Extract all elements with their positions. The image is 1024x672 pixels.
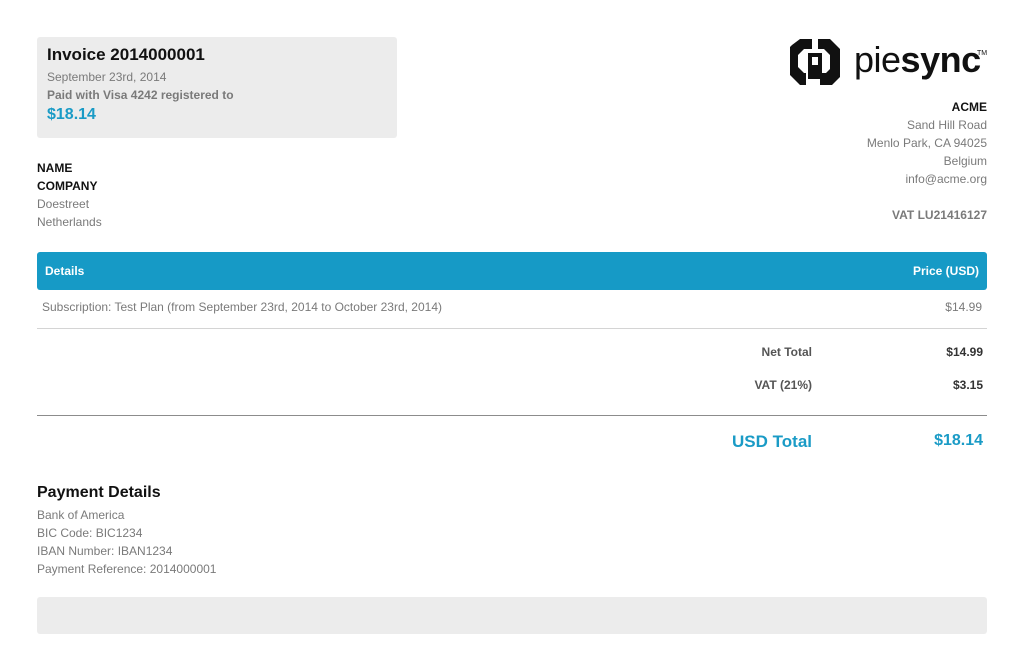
totals-divider xyxy=(37,415,987,416)
piesync-logo-icon xyxy=(790,39,840,85)
buyer-country: Netherlands xyxy=(37,215,102,229)
usd-total-value: $18.14 xyxy=(934,432,983,449)
line-items-divider xyxy=(37,328,987,329)
payment-method-text: Paid with Visa 4242 registered to xyxy=(47,88,234,102)
seller-email[interactable]: info@acme.org xyxy=(867,170,987,188)
logo-text-bold: sync xyxy=(900,39,982,80)
details-column-header: Details xyxy=(45,264,85,278)
seller-country: Belgium xyxy=(943,154,987,168)
payment-bank: Bank of America xyxy=(37,508,125,522)
footer-bar xyxy=(37,597,987,634)
invoice-date: September 23rd, 2014 xyxy=(47,70,167,84)
buyer-company: COMPANY xyxy=(37,179,98,193)
seller-city: Menlo Park, CA 94025 xyxy=(866,136,987,150)
seller-name: ACME xyxy=(951,100,987,114)
buyer-street: Doestreet xyxy=(37,197,90,211)
invoice-amount: $18.14 xyxy=(47,106,96,123)
net-total-value: $14.99 xyxy=(946,345,983,359)
usd-total-label: USD Total xyxy=(732,432,812,451)
logo-trademark: TM xyxy=(977,50,988,57)
price-column-header: Price (USD) xyxy=(912,264,979,278)
seller-address: ACME Sand Hill Road Menlo Park, CA 94025… xyxy=(867,98,987,224)
invoice-title: Invoice 2014000001 xyxy=(47,45,205,64)
invoice-summary-card: Invoice 2014000001 September 23rd, 2014 … xyxy=(37,37,397,138)
seller-street: Sand Hill Road xyxy=(906,118,987,132)
vat-label: VAT (21%) xyxy=(754,378,812,392)
payment-bic: BIC Code: BIC1234 xyxy=(37,526,143,540)
payment-details-title: Payment Details xyxy=(37,484,161,501)
line-items-header: Details Price (USD) xyxy=(37,252,987,290)
payment-iban: IBAN Number: IBAN1234 xyxy=(37,544,173,558)
buyer-address: NAME COMPANY Doestreet Netherlands xyxy=(37,159,102,231)
buyer-name: NAME xyxy=(37,161,73,175)
payment-reference: Payment Reference: 2014000001 xyxy=(37,562,217,576)
payment-details: Bank of America BIC Code: BIC1234 IBAN N… xyxy=(37,506,216,578)
net-total-label: Net Total xyxy=(761,345,812,359)
line-item-price: $14.99 xyxy=(945,300,982,314)
logo-text-light: pie xyxy=(854,39,901,80)
line-item-description: Subscription: Test Plan (from September … xyxy=(42,300,442,314)
vat-value: $3.15 xyxy=(952,378,983,392)
seller-vat: VAT LU21416127 xyxy=(892,208,987,222)
piesync-logo: piesync TM xyxy=(786,37,988,89)
